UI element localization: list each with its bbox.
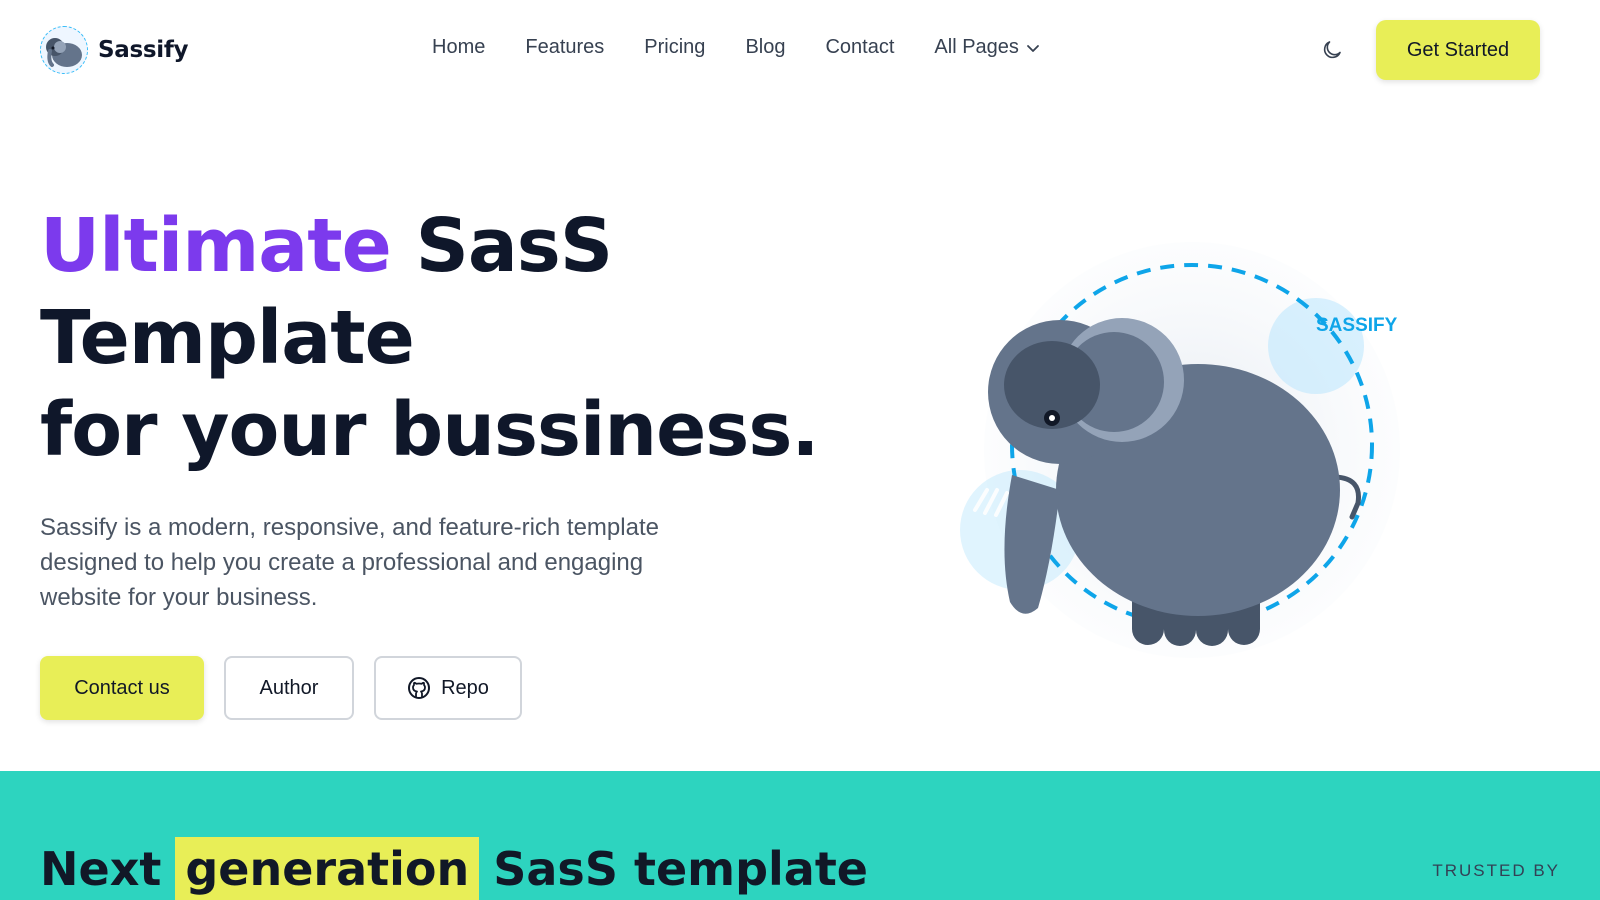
nav-dropdown-all-pages[interactable]: All Pages [934,36,1041,59]
author-button[interactable]: Author [224,656,354,720]
hero-title-accent: Ultimate [40,203,392,289]
band-title-pre: Next [40,842,162,896]
github-icon [408,677,431,699]
nav-link-pricing[interactable]: Pricing [644,36,705,59]
nav-dropdown-label: All Pages [934,36,1019,58]
brand-name: Sassify [98,37,189,63]
repo-button-label: Repo [441,676,489,699]
nav-link-blog[interactable]: Blog [745,36,785,59]
hero-title-line3: for your bussiness. [40,387,819,473]
band-title-highlight: generation [175,837,480,900]
chevron-down-icon [1027,44,1039,52]
moon-icon [1323,41,1341,59]
hero-title-rest: SasS [415,203,614,289]
illustration-label: SASSIFY [1316,315,1398,336]
band-title-post: SasS template [493,842,869,896]
elephant-logo-icon [40,26,88,74]
hero-title: Ultimate SasS Template for your bussines… [40,200,840,476]
repo-button[interactable]: Repo [374,656,522,720]
elephant-hero-illustration: SASSIFY [960,242,1400,658]
band-title: Next generation SasS template [40,837,868,900]
brand-logo-link[interactable]: Sassify [40,26,189,74]
navbar: Sassify Home Features Pricing Blog Conta… [0,0,1600,100]
hero-description: Sassify is a modern, responsive, and fea… [40,514,659,611]
nav-link-features[interactable]: Features [525,36,604,59]
features-band: Next generation SasS template TRUSTED BY [0,771,1600,900]
hero-buttons: Contact us Author Repo [40,656,522,720]
get-started-button[interactable]: Get Started [1376,20,1540,80]
nav-link-contact[interactable]: Contact [825,36,894,59]
main-menu: Home Features Pricing Blog Contact All P… [432,36,1041,59]
nav-link-home[interactable]: Home [432,36,485,59]
elephant-eye-highlight [1049,415,1055,421]
theme-toggle-button[interactable] [1318,36,1346,64]
bubble-top-right [1268,298,1364,394]
trusted-by-label: TRUSTED BY [1432,861,1560,880]
hero-title-line2: Template [40,295,415,381]
contact-us-button[interactable]: Contact us [40,656,204,720]
